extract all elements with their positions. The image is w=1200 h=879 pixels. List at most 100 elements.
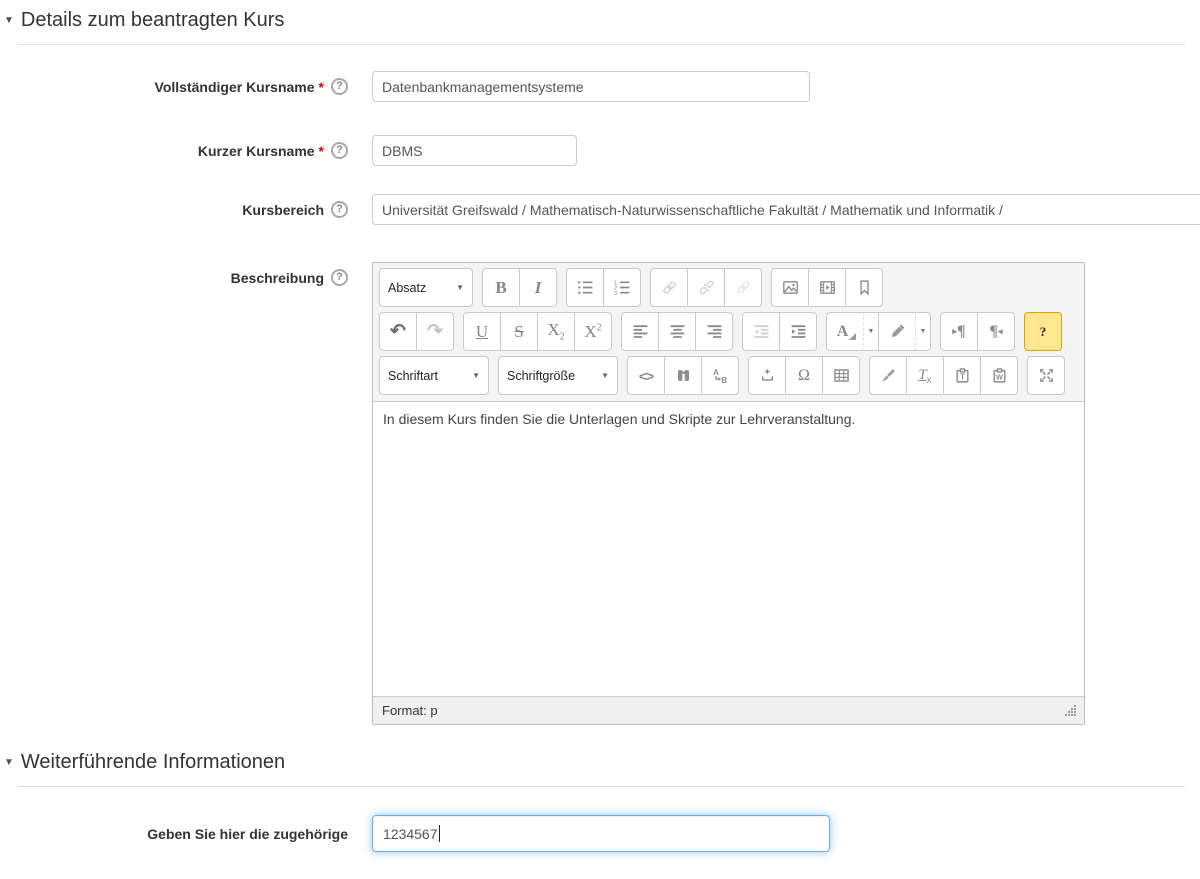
section-title[interactable]: Details zum beantragten Kurs xyxy=(21,9,284,32)
font-color-button[interactable]: A xyxy=(826,312,864,351)
toolbar-group: A▼▼ xyxy=(826,312,931,351)
toolbar-group xyxy=(650,268,762,307)
html-code-button[interactable]: <> xyxy=(627,356,665,395)
toolbar-group xyxy=(621,312,733,351)
bullet-list-button[interactable] xyxy=(566,268,604,307)
toolbar-group: Tx T W xyxy=(869,356,1018,395)
font-color-dropdown-caret[interactable]: ▼ xyxy=(863,312,879,351)
indent-icon xyxy=(790,323,807,340)
font-select-label: Schriftart xyxy=(388,369,438,383)
anchor-button[interactable] xyxy=(845,268,883,307)
insert-image-icon xyxy=(782,279,799,296)
shortname-control xyxy=(372,135,577,166)
section-title[interactable]: Weiterführende Informationen xyxy=(21,751,285,774)
superscript-button[interactable]: X2 xyxy=(574,312,612,351)
category-control xyxy=(372,194,1200,225)
resize-grip-icon[interactable] xyxy=(1065,704,1078,717)
italic-icon: I xyxy=(535,278,542,298)
background-color-dropdown-caret[interactable]: ▼ xyxy=(915,312,931,351)
shortname-input[interactable] xyxy=(372,135,577,166)
prevent-autolink-button[interactable] xyxy=(724,268,762,307)
course-number-input[interactable]: 1234567 xyxy=(372,815,830,852)
anchor-icon xyxy=(856,279,873,296)
help-icon[interactable]: ? xyxy=(331,269,348,286)
font-select[interactable]: Schriftart▼ xyxy=(379,356,489,395)
help-button[interactable]: ? xyxy=(1024,312,1062,351)
search-replace-button[interactable]: AB xyxy=(701,356,739,395)
course-number-label-cell: Geben Sie hier die zugehörige xyxy=(0,826,348,842)
fontsize-select[interactable]: Schriftgröße▼ xyxy=(498,356,618,395)
collapse-toggle-icon[interactable]: ▼ xyxy=(4,757,14,768)
link-icon xyxy=(661,279,678,296)
prevent-autolink-icon xyxy=(735,279,752,296)
paste-text-icon: T xyxy=(954,367,971,384)
table-button[interactable] xyxy=(822,356,860,395)
editor-content-area[interactable]: In diesem Kurs finden Sie die Unterlagen… xyxy=(373,402,1084,696)
shortname-label-cell: Kurzer Kursname* ? xyxy=(0,142,348,159)
bold-button[interactable]: B xyxy=(482,268,520,307)
left-to-right-button[interactable]: ▸¶ xyxy=(940,312,978,351)
collapse-toggle-icon[interactable]: ▼ xyxy=(4,15,14,26)
category-label: Kursbereich xyxy=(242,202,324,218)
toolbar-group: ? xyxy=(1024,312,1062,351)
search-button[interactable] xyxy=(664,356,702,395)
required-marker: * xyxy=(319,143,324,159)
special-character-button[interactable]: Ω xyxy=(785,356,823,395)
bold-icon: B xyxy=(495,278,506,298)
description-control: Absatz▼BI123↶↷USX2X2A▼▼▸¶¶◂?Schriftart▼S… xyxy=(372,262,1085,725)
editor-text: In diesem Kurs finden Sie die Unterlagen… xyxy=(383,411,855,427)
help-icon[interactable]: ? xyxy=(331,201,348,218)
cleanup-button[interactable] xyxy=(869,356,907,395)
section-header-more: ▼ Weiterführende Informationen xyxy=(4,751,1200,774)
numbered-list-button[interactable]: 123 xyxy=(603,268,641,307)
insert-image-button[interactable] xyxy=(771,268,809,307)
link-button[interactable] xyxy=(650,268,688,307)
align-left-button[interactable] xyxy=(621,312,659,351)
background-color-button[interactable] xyxy=(878,312,916,351)
align-center-button[interactable] xyxy=(658,312,696,351)
subscript-button[interactable]: X2 xyxy=(537,312,575,351)
underline-button[interactable]: U xyxy=(463,312,501,351)
paragraph-select[interactable]: Absatz▼ xyxy=(379,268,473,307)
help-icon[interactable]: ? xyxy=(331,142,348,159)
toolbar-group xyxy=(742,312,817,351)
editor-path-label[interactable]: Format: p xyxy=(382,703,438,718)
redo-button[interactable]: ↷ xyxy=(416,312,454,351)
fullscreen-button[interactable] xyxy=(1027,356,1065,395)
cleanup-icon xyxy=(880,367,897,384)
align-right-button[interactable] xyxy=(695,312,733,351)
indent-button[interactable] xyxy=(779,312,817,351)
fullname-input[interactable] xyxy=(372,71,810,102)
paste-text-button[interactable]: T xyxy=(943,356,981,395)
unlink-icon xyxy=(698,279,715,296)
insert-media-button[interactable] xyxy=(808,268,846,307)
outdent-button[interactable] xyxy=(742,312,780,351)
paste-word-button[interactable]: W xyxy=(980,356,1018,395)
toolbar-group: ↶↷ xyxy=(379,312,454,351)
required-marker: * xyxy=(319,79,324,95)
fontsize-select-label: Schriftgröße xyxy=(507,369,575,383)
unlink-button[interactable] xyxy=(687,268,725,307)
description-label: Beschreibung xyxy=(231,270,324,286)
caret-down-icon: ▼ xyxy=(920,328,927,335)
course-number-label: Geben Sie hier die zugehörige xyxy=(147,826,348,842)
italic-button[interactable]: I xyxy=(519,268,557,307)
paste-word-icon: W xyxy=(991,367,1008,384)
align-center-icon xyxy=(669,323,686,340)
subscript-icon: X2 xyxy=(547,320,564,342)
toolbar-group: Absatz▼ xyxy=(379,268,473,307)
section-divider xyxy=(18,786,1185,787)
search-replace-icon: AB xyxy=(712,367,729,384)
strikethrough-button[interactable]: S xyxy=(500,312,538,351)
category-input[interactable] xyxy=(372,194,1200,225)
remove-format-button[interactable]: Tx xyxy=(906,356,944,395)
superscript-icon: X2 xyxy=(584,322,601,342)
nonbreaking-button[interactable] xyxy=(748,356,786,395)
special-character-icon: Ω xyxy=(798,367,810,385)
right-to-left-button[interactable]: ¶◂ xyxy=(977,312,1015,351)
category-label-cell: Kursbereich ? xyxy=(0,201,348,218)
toolbar-group: BI xyxy=(482,268,557,307)
caret-down-icon: ▼ xyxy=(456,283,464,292)
help-icon[interactable]: ? xyxy=(331,78,348,95)
undo-button[interactable]: ↶ xyxy=(379,312,417,351)
